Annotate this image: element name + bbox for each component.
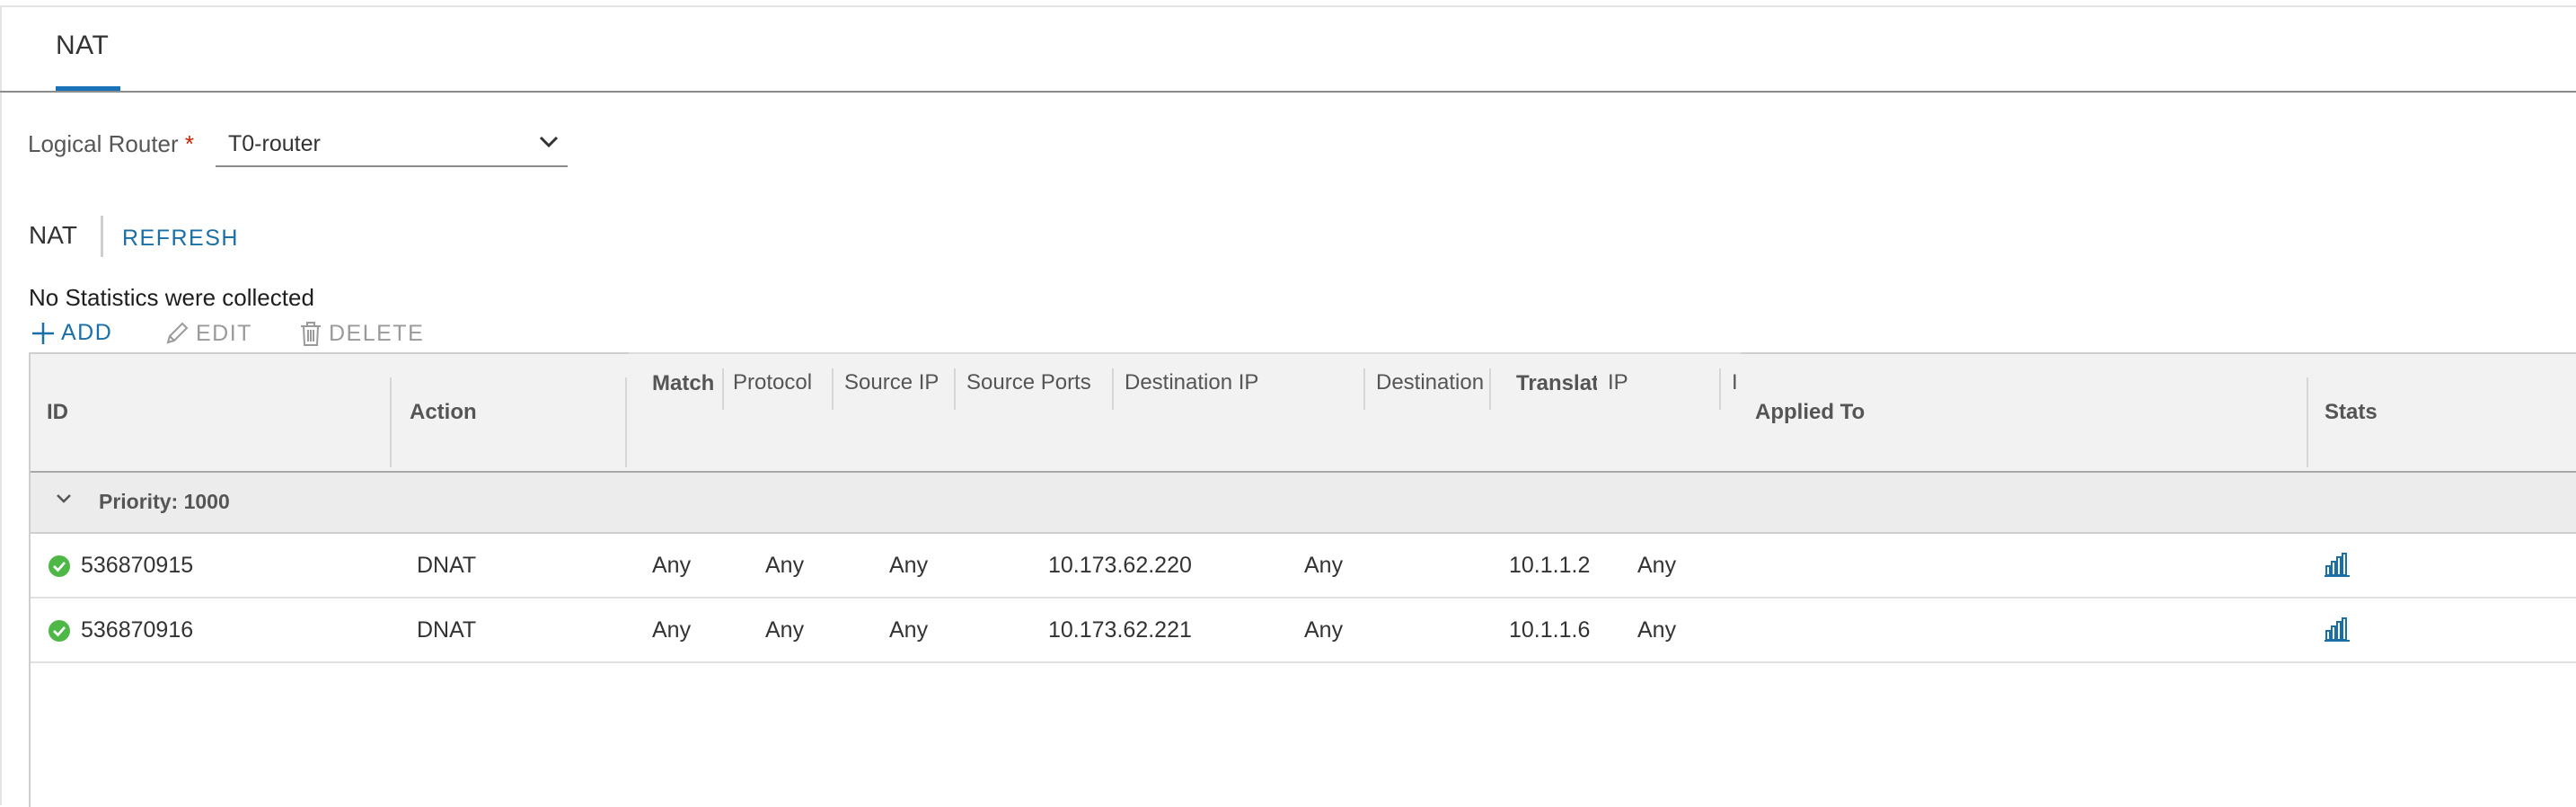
heading-separator: [101, 216, 103, 257]
col-header-destination-ports[interactable]: Destination: [1376, 370, 1487, 395]
check-circle-icon: [49, 620, 70, 642]
logical-router-label: Logical Router *: [28, 130, 194, 158]
left-border: [0, 5, 2, 805]
col-divider: [1363, 368, 1365, 410]
col-header-translated-ip[interactable]: IP: [1608, 370, 1628, 395]
add-label: ADD: [61, 320, 113, 345]
row-destination-ip: 10.173.62.220: [1048, 553, 1192, 578]
col-divider: [390, 377, 392, 467]
tab-bar-divider: [0, 91, 2576, 93]
col-header-source-ip[interactable]: Source IP: [844, 370, 939, 395]
pencil-icon: [163, 320, 190, 347]
refresh-button[interactable]: REFRESH: [122, 226, 239, 252]
section-title: NAT: [29, 221, 77, 249]
col-divider: [1112, 368, 1114, 410]
translated-group-line: [1493, 352, 1741, 354]
col-header-protocol[interactable]: Protocol: [733, 370, 812, 395]
col-divider: [1489, 368, 1491, 410]
col-header-id[interactable]: ID: [47, 400, 68, 425]
row-action: DNAT: [417, 553, 477, 578]
chevron-down-icon[interactable]: [56, 492, 72, 503]
row-destination-ports: Any: [1304, 617, 1344, 643]
row-protocol: Any: [652, 617, 692, 643]
row-source-ip: Any: [765, 553, 805, 578]
table-row[interactable]: [31, 599, 2576, 663]
col-header-applied-to[interactable]: Applied To: [1755, 400, 1865, 425]
col-header-source-ports[interactable]: Source Ports: [966, 370, 1091, 395]
col-header-destination-ip[interactable]: Destination IP: [1125, 370, 1258, 395]
col-header-translated: Translat: [1516, 371, 1597, 395]
plus-icon: [31, 321, 56, 346]
logical-router-label-text: Logical Router: [28, 130, 179, 157]
required-mark: *: [184, 130, 195, 157]
trash-icon: [298, 320, 323, 347]
col-header-stats[interactable]: Stats: [2325, 400, 2378, 425]
row-translated-ports: Any: [1637, 617, 1677, 643]
add-button[interactable]: ADD: [31, 320, 112, 346]
row-source-ports: Any: [889, 617, 929, 643]
col-divider: [722, 368, 724, 410]
col-divider: [2307, 377, 2308, 467]
delete-button[interactable]: DELETE: [298, 320, 424, 347]
edit-label: EDIT: [196, 320, 252, 346]
col-header-match: Match: [652, 371, 715, 395]
delete-label: DELETE: [329, 320, 425, 346]
col-divider: [1719, 368, 1721, 410]
bar-chart-icon[interactable]: [2325, 552, 2350, 581]
row-translated-ip: 10.1.1.6: [1509, 617, 1591, 643]
col-divider: [832, 368, 834, 410]
row-translated-ip: 10.1.1.2: [1509, 553, 1591, 578]
stats-message: No Statistics were collected: [29, 284, 314, 311]
row-id: 536870915: [81, 553, 194, 578]
col-divider: [625, 377, 627, 467]
edit-button[interactable]: EDIT: [163, 320, 252, 347]
row-source-ip: Any: [765, 617, 805, 643]
bar-chart-icon[interactable]: [2325, 616, 2350, 646]
check-circle-icon: [49, 555, 70, 577]
logical-router-value: T0-router: [228, 131, 321, 156]
col-divider: [954, 368, 956, 410]
tab-nat[interactable]: NAT: [56, 31, 109, 61]
priority-group-label: Priority: 1000: [99, 490, 230, 513]
row-destination-ports: Any: [1304, 553, 1344, 578]
table-row[interactable]: [31, 534, 2576, 599]
row-translated-ports: Any: [1637, 553, 1677, 578]
col-header-translated-ports[interactable]: I: [1732, 370, 1741, 395]
top-border: [0, 5, 2576, 7]
col-header-action[interactable]: Action: [410, 400, 477, 425]
row-action: DNAT: [417, 617, 477, 643]
priority-group-row[interactable]: [31, 473, 2576, 534]
row-id: 536870916: [81, 617, 194, 643]
row-source-ports: Any: [889, 553, 929, 578]
row-protocol: Any: [652, 553, 692, 578]
chevron-down-icon[interactable]: [539, 135, 559, 149]
match-group-line: [629, 352, 1493, 354]
row-destination-ip: 10.173.62.221: [1048, 617, 1192, 643]
